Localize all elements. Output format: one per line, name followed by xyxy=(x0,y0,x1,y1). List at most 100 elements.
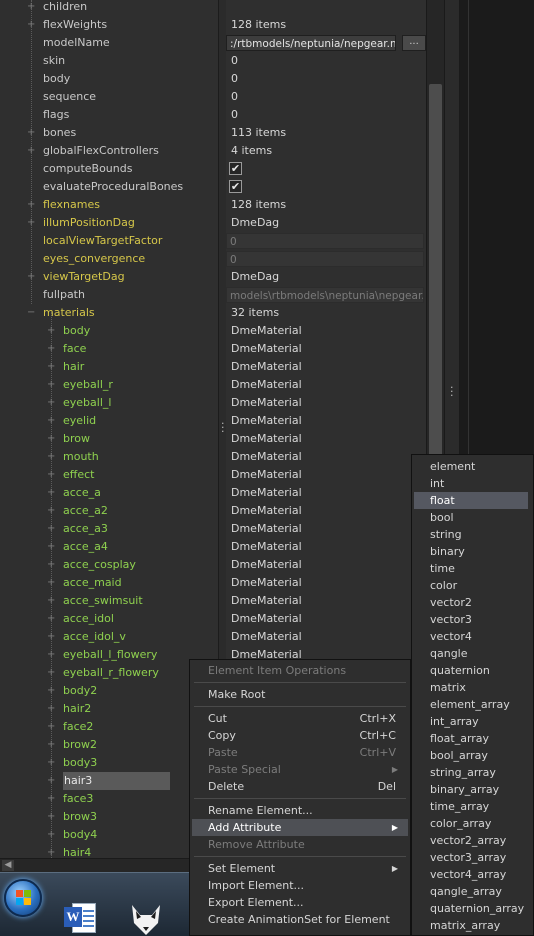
attribute-type-qangle[interactable]: qangle xyxy=(414,645,528,662)
expand-icon[interactable] xyxy=(47,381,55,389)
tree-row[interactable]: brow xyxy=(0,430,218,448)
start-orb-icon[interactable] xyxy=(4,879,42,917)
tree-row[interactable]: acce_a4 xyxy=(0,538,218,556)
attribute-type-float-array[interactable]: float_array xyxy=(414,730,528,747)
attribute-type-vector3-array[interactable]: vector3_array xyxy=(414,849,528,866)
expand-icon[interactable] xyxy=(47,327,55,335)
attribute-type-vector2-array[interactable]: vector2_array xyxy=(414,832,528,849)
expand-icon[interactable] xyxy=(27,3,35,11)
attribute-type-string-array[interactable]: string_array xyxy=(414,764,528,781)
tree-row[interactable]: body xyxy=(0,322,218,340)
tree-row[interactable]: skin xyxy=(0,52,218,70)
menu-item-delete[interactable]: Delete Del xyxy=(192,778,408,795)
attribute-type-matrix-array[interactable]: matrix_array xyxy=(414,917,528,934)
expand-icon[interactable] xyxy=(47,759,55,767)
tree-row[interactable]: acce_a2 xyxy=(0,502,218,520)
expand-icon[interactable] xyxy=(27,273,35,281)
tree-row[interactable]: acce_a3 xyxy=(0,520,218,538)
expand-icon[interactable] xyxy=(47,651,55,659)
vertical-scrollbar-thumb[interactable] xyxy=(429,84,442,464)
word-icon[interactable]: W xyxy=(64,903,98,935)
expand-icon[interactable] xyxy=(47,831,55,839)
attribute-type-vector3[interactable]: vector3 xyxy=(414,611,528,628)
expand-icon[interactable] xyxy=(47,525,55,533)
attribute-value[interactable]: 0 xyxy=(226,52,426,70)
tree-row[interactable]: materials xyxy=(0,304,218,322)
menu-item-rename-element[interactable]: Rename Element... xyxy=(192,802,408,819)
attribute-value[interactable]: DmeMaterial xyxy=(226,340,426,358)
element-tree-panel[interactable]: children flexWeights modelName skin body sequ… xyxy=(0,0,218,872)
checkbox[interactable]: ✔ xyxy=(229,180,242,193)
attribute-value[interactable]: DmeMaterial xyxy=(226,358,426,376)
tree-row[interactable]: eyeball_r xyxy=(0,376,218,394)
tree-row[interactable]: face3 xyxy=(0,790,218,808)
expand-icon[interactable] xyxy=(47,633,55,641)
menu-item-cut[interactable]: Cut Ctrl+X xyxy=(192,710,408,727)
tree-row[interactable]: body2 xyxy=(0,682,218,700)
attribute-type-bool[interactable]: bool xyxy=(414,509,528,526)
tree-row[interactable]: hair xyxy=(0,358,218,376)
attribute-type-matrix[interactable]: matrix xyxy=(414,679,528,696)
attribute-type-time[interactable]: time xyxy=(414,560,528,577)
attribute-value[interactable]: DmeMaterial xyxy=(226,538,426,556)
tree-row[interactable]: flexnames xyxy=(0,196,218,214)
attribute-type-color-array[interactable]: color_array xyxy=(414,815,528,832)
expand-icon[interactable] xyxy=(47,741,55,749)
expand-icon[interactable] xyxy=(47,417,55,425)
tree-row[interactable]: flags xyxy=(0,106,218,124)
attribute-value[interactable]: DmeMaterial xyxy=(226,466,426,484)
attribute-type-quaternion-array[interactable]: quaternion_array xyxy=(414,900,528,917)
expand-icon[interactable] xyxy=(27,219,35,227)
attribute-type-int-array[interactable]: int_array xyxy=(414,713,528,730)
attribute-value[interactable]: 0 xyxy=(226,70,426,88)
attribute-value[interactable]: 32 items xyxy=(226,304,426,322)
horizontal-scrollbar[interactable]: ◀ xyxy=(0,858,218,872)
tree-row[interactable]: localViewTargetFactor xyxy=(0,232,218,250)
tree-row[interactable]: acce_a xyxy=(0,484,218,502)
attribute-type-element-array[interactable]: element_array xyxy=(414,696,528,713)
attribute-value[interactable]: DmeMaterial xyxy=(226,448,426,466)
expand-icon[interactable] xyxy=(47,561,55,569)
tree-row[interactable]: eyeball_r_flowery xyxy=(0,664,218,682)
expand-icon[interactable] xyxy=(47,597,55,605)
menu-item-copy[interactable]: Copy Ctrl+C xyxy=(192,727,408,744)
tree-row[interactable]: brow2 xyxy=(0,736,218,754)
tree-row[interactable]: sequence xyxy=(0,88,218,106)
model-path-field[interactable]: :/rtbmodels/neptunia/nepgear.mdl xyxy=(226,35,396,51)
attribute-value[interactable]: 4 items xyxy=(226,142,426,160)
tree-row[interactable]: acce_idol xyxy=(0,610,218,628)
tree-row[interactable]: viewTargetDag xyxy=(0,268,218,286)
browse-button[interactable]: ... xyxy=(402,35,426,51)
attribute-value[interactable]: DmeMaterial xyxy=(226,592,426,610)
attribute-type-vector4-array[interactable]: vector4_array xyxy=(414,866,528,883)
attribute-value[interactable]: DmeDag xyxy=(226,268,426,286)
menu-item-export-element[interactable]: Export Element... xyxy=(192,894,408,911)
tree-row[interactable]: hair2 xyxy=(0,700,218,718)
tree-row[interactable]: hair3 xyxy=(0,772,218,790)
menu-item-add-attribute[interactable]: Add Attribute ▶ xyxy=(192,819,408,836)
tree-row[interactable]: bones xyxy=(0,124,218,142)
expand-icon[interactable] xyxy=(27,147,35,155)
attribute-value[interactable]: DmeDag xyxy=(226,214,426,232)
attribute-value[interactable]: 128 items xyxy=(226,196,426,214)
expand-icon[interactable] xyxy=(47,723,55,731)
add-attribute-submenu[interactable]: element int float bool string binary time color… xyxy=(411,454,534,936)
tree-row[interactable]: mouth xyxy=(0,448,218,466)
attribute-value[interactable]: 0 xyxy=(226,88,426,106)
expand-icon[interactable] xyxy=(47,471,55,479)
tree-row[interactable]: illumPositionDag xyxy=(0,214,218,232)
tree-row[interactable]: face2 xyxy=(0,718,218,736)
tree-row[interactable]: eyeball_l_flowery xyxy=(0,646,218,664)
context-menu[interactable]: Element Item Operations Make Root Cut Ctrl+… xyxy=(189,659,411,936)
tree-row[interactable]: eyes_convergence xyxy=(0,250,218,268)
attribute-value[interactable]: DmeMaterial xyxy=(226,322,426,340)
expand-icon[interactable] xyxy=(47,777,55,785)
attribute-type-string[interactable]: string xyxy=(414,526,528,543)
expand-icon[interactable] xyxy=(47,795,55,803)
expand-icon[interactable] xyxy=(27,21,35,29)
tree-row[interactable]: acce_cosplay xyxy=(0,556,218,574)
tree-row[interactable]: brow3 xyxy=(0,808,218,826)
tree-row[interactable]: modelName xyxy=(0,34,218,52)
tree-row[interactable]: acce_swimsuit xyxy=(0,592,218,610)
attribute-value[interactable]: DmeMaterial xyxy=(226,520,426,538)
